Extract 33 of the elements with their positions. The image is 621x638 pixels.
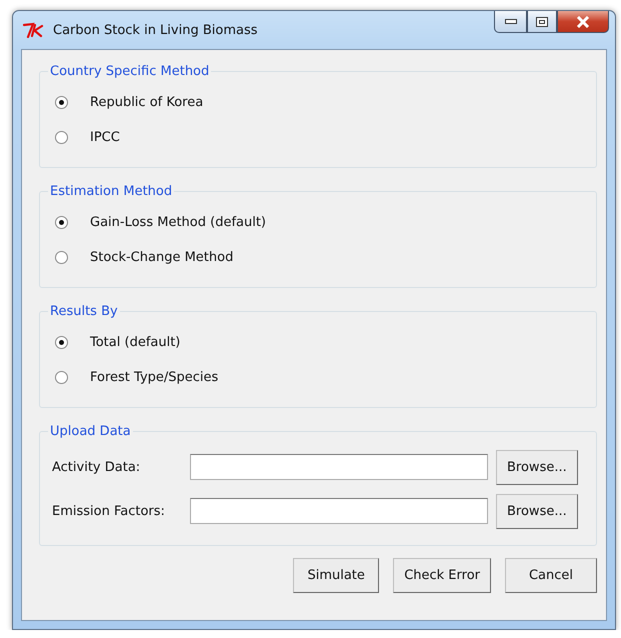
radio-label[interactable]: Stock-Change Method	[90, 250, 234, 265]
radio-button[interactable]	[55, 96, 68, 109]
file-path-field[interactable]	[190, 454, 488, 480]
browse-button[interactable]: Browse...	[496, 494, 578, 528]
dialog-button[interactable]: Cancel	[505, 558, 597, 593]
group-title: Estimation Method	[49, 184, 174, 199]
window-title: Carbon Stock in Living Biomass	[53, 22, 258, 38]
field-label: Activity Data:	[52, 460, 142, 474]
dialog-button[interactable]: Check Error	[393, 558, 491, 593]
radio-label[interactable]: Forest Type/Species	[90, 370, 218, 385]
radio-button[interactable]	[55, 216, 68, 229]
radio-label[interactable]: Gain-Loss Method (default)	[90, 215, 266, 230]
close-icon	[576, 16, 590, 28]
group-title: Country Specific Method	[49, 64, 210, 79]
group-title: Upload Data	[49, 424, 132, 439]
field-label: Emission Factors:	[52, 504, 166, 518]
restore-icon	[536, 16, 548, 26]
radio-button[interactable]	[55, 371, 68, 384]
feather-logo-icon	[23, 22, 45, 38]
minimize-icon	[504, 19, 516, 24]
group-title: Results By	[49, 304, 119, 319]
radio-label[interactable]: Republic of Korea	[90, 95, 204, 110]
dialog-button[interactable]: Simulate	[293, 558, 380, 593]
close-button[interactable]	[557, 11, 609, 33]
radio-button[interactable]	[55, 336, 68, 349]
radio-label[interactable]: IPCC	[90, 130, 120, 145]
radio-button[interactable]	[55, 251, 68, 264]
radio-button[interactable]	[55, 131, 68, 144]
minimize-button[interactable]	[494, 11, 527, 33]
browse-button[interactable]: Browse...	[496, 450, 578, 484]
radio-label[interactable]: Total (default)	[90, 335, 180, 350]
maximize-button[interactable]	[527, 11, 557, 33]
file-path-field[interactable]	[190, 498, 488, 524]
